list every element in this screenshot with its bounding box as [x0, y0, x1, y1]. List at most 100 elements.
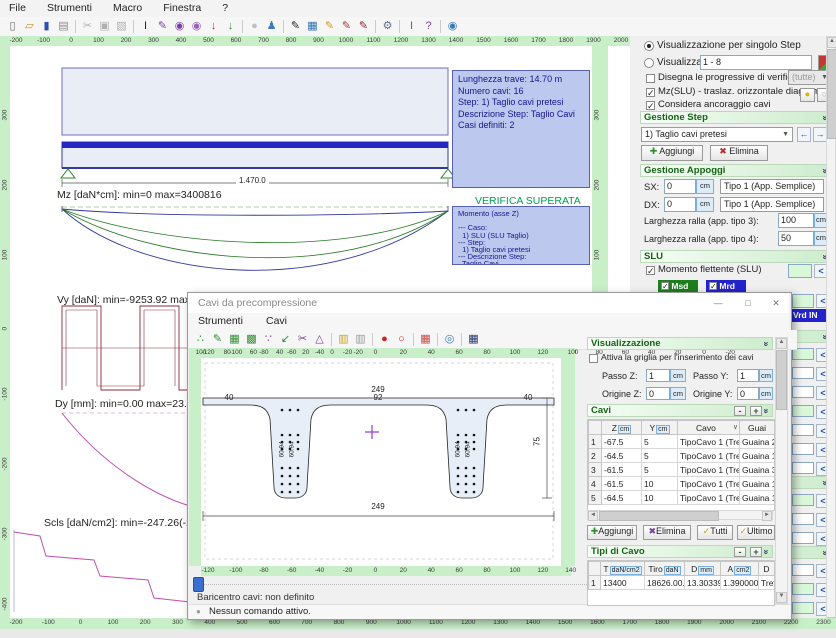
table-row[interactable]: 4-61.510TipoCavo 1 (Tref..Guaina 1: [589, 477, 775, 491]
table-row[interactable]: 5-64.510TipoCavo 1 (Tref..Guaina 1: [589, 491, 775, 505]
maximize-button[interactable]: □: [740, 296, 756, 310]
column-header[interactable]: TirodaN: [645, 562, 685, 576]
scroll-up-icon[interactable]: ▲: [827, 37, 836, 48]
cavi-elimina-button[interactable]: ✖Elimina: [643, 525, 691, 540]
passo-y-input[interactable]: 1: [737, 369, 759, 382]
disabled-dot-icon[interactable]: ●: [246, 19, 263, 34]
tendon-brush-icon[interactable]: ✎: [154, 19, 171, 34]
move-cable-icon[interactable]: ↙: [277, 332, 294, 347]
paste-icon[interactable]: ▧: [113, 19, 130, 34]
column-header[interactable]: Dmm: [685, 562, 721, 576]
value-field[interactable]: [792, 532, 814, 544]
red-grid-icon[interactable]: ▦: [417, 332, 434, 347]
new-document-icon[interactable]: ▯: [4, 19, 21, 34]
value-field[interactable]: [792, 386, 814, 398]
menu-macro[interactable]: Macro: [104, 0, 151, 16]
value-field[interactable]: [792, 367, 814, 379]
dialog-titlebar[interactable]: Cavi da precompressione — □ ✕: [188, 293, 789, 314]
grid-blue-icon[interactable]: ▦: [304, 19, 321, 34]
close-button[interactable]: ✕: [768, 296, 784, 310]
collapse-icon[interactable]: »: [760, 408, 772, 413]
dialog-menu-strumenti[interactable]: Strumenti: [188, 313, 253, 329]
scroll-down-icon[interactable]: ▼: [776, 592, 787, 603]
menu-strumenti[interactable]: Strumenti: [38, 0, 101, 16]
column-header[interactable]: Zcm: [602, 421, 642, 435]
cable-grid-alt-icon[interactable]: ▩: [243, 332, 260, 347]
collapse-icon[interactable]: »: [760, 549, 772, 554]
scrollbar-thumb[interactable]: [827, 49, 836, 139]
value-field[interactable]: [792, 602, 814, 614]
delete-cable-icon[interactable]: ∵: [260, 332, 277, 347]
panel-scrollbar[interactable]: ▲ ▼: [826, 36, 836, 629]
pen-black-icon[interactable]: ✎: [287, 19, 304, 34]
scroll-right-icon[interactable]: ►: [762, 511, 772, 521]
pen-yellow-icon[interactable]: ✎: [321, 19, 338, 34]
column-header[interactable]: [589, 421, 602, 435]
value-field[interactable]: [792, 462, 814, 474]
dialog-menu-cavi[interactable]: Cavi: [256, 313, 297, 329]
column-header[interactable]: D: [759, 562, 775, 576]
shrink-button[interactable]: -: [734, 547, 746, 557]
scrollbar-thumb[interactable]: [599, 511, 719, 521]
menu-finestra[interactable]: Finestra: [154, 0, 210, 16]
tendon-bag-alt-icon[interactable]: ◉: [188, 19, 205, 34]
cavi-table[interactable]: ZcmYcmCavo∨Guai1-67.55TipoCavo 1 (Tref..…: [587, 419, 775, 511]
value-field[interactable]: [792, 513, 814, 525]
release-green-icon[interactable]: ↓: [222, 19, 239, 34]
table-row[interactable]: 3-61.55TipoCavo 1 (Tref..Guaina 3: [589, 463, 775, 477]
column-header[interactable]: TdaN/cm2: [601, 562, 645, 576]
mirror-cable-icon[interactable]: △: [311, 332, 328, 347]
shrink-button[interactable]: -: [734, 406, 746, 416]
origine-z-input[interactable]: 0: [646, 387, 670, 400]
visualizzazione-header[interactable]: Visualizzazione»: [587, 337, 773, 350]
cavi-header[interactable]: Cavi»+-: [587, 404, 773, 417]
table-row[interactable]: 11340018626.00..13.3033951.390000..Tref: [589, 576, 775, 590]
collapse-icon[interactable]: »: [760, 341, 772, 346]
column-header[interactable]: [589, 562, 601, 576]
edit-cable-icon[interactable]: ✎: [209, 332, 226, 347]
cavi-ultimo-button[interactable]: ✓Ultimo: [737, 525, 775, 540]
gear-icon[interactable]: ⚙: [379, 19, 396, 34]
tipi-cavo-table[interactable]: TdaN/cm2TirodaNDmmAcm2D11340018626.00..1…: [587, 560, 775, 606]
menu-file[interactable]: File: [0, 0, 35, 16]
minimize-button[interactable]: —: [710, 296, 726, 310]
origine-y-input[interactable]: 0: [737, 387, 759, 400]
record-ring-icon[interactable]: ○: [393, 332, 410, 347]
chevron-down-icon[interactable]: ∨: [733, 423, 738, 431]
section-grid-icon[interactable]: ▦: [465, 332, 482, 347]
scroll-up-icon[interactable]: ▲: [776, 338, 787, 349]
value-field[interactable]: [792, 443, 814, 455]
sphere-icon[interactable]: ◎: [441, 332, 458, 347]
value-field[interactable]: [792, 405, 814, 417]
cut-icon[interactable]: ✂: [79, 19, 96, 34]
position-slider-handle[interactable]: [193, 577, 204, 592]
value-field[interactable]: [792, 424, 814, 436]
column-header[interactable]: Ycm: [642, 421, 678, 435]
save-icon[interactable]: ▮: [38, 19, 55, 34]
cavi-tutti-button[interactable]: ✓Tutti: [697, 525, 733, 540]
scrollbar-thumb[interactable]: [776, 350, 787, 410]
users-icon[interactable]: ♟: [263, 19, 280, 34]
scroll-left-icon[interactable]: ◄: [588, 511, 598, 521]
bulb-grid-icon[interactable]: ▥: [335, 332, 352, 347]
help-icon[interactable]: ◉: [444, 19, 461, 34]
column-green-icon[interactable]: I: [403, 19, 420, 34]
value-field[interactable]: [792, 494, 814, 506]
cavi-dialog[interactable]: Cavi da precompressione — □ ✕ Strumenti …: [187, 292, 792, 620]
open-folder-icon[interactable]: ▱: [21, 19, 38, 34]
value-field[interactable]: [792, 564, 814, 576]
column-header[interactable]: Cavo∨: [678, 421, 740, 435]
pen-red-icon[interactable]: ✎: [338, 19, 355, 34]
hourglass-icon[interactable]: I: [137, 19, 154, 34]
tendon-bag-icon[interactable]: ◉: [171, 19, 188, 34]
release-red-icon[interactable]: ↓: [205, 19, 222, 34]
grid-checkbox[interactable]: [589, 354, 598, 363]
passo-z-input[interactable]: 1: [646, 369, 670, 382]
dialog-panel-scrollbar[interactable]: ▲ ▼: [775, 337, 788, 604]
hand-purple-icon[interactable]: ?: [420, 19, 437, 34]
bulb-grid-off-icon[interactable]: ▥: [352, 332, 369, 347]
tipi-cavo-header[interactable]: Tipi di Cavo»+-: [587, 545, 773, 558]
print-icon[interactable]: ▤: [55, 19, 72, 34]
column-header[interactable]: Acm2: [721, 562, 759, 576]
menu-help[interactable]: ?: [213, 0, 237, 16]
